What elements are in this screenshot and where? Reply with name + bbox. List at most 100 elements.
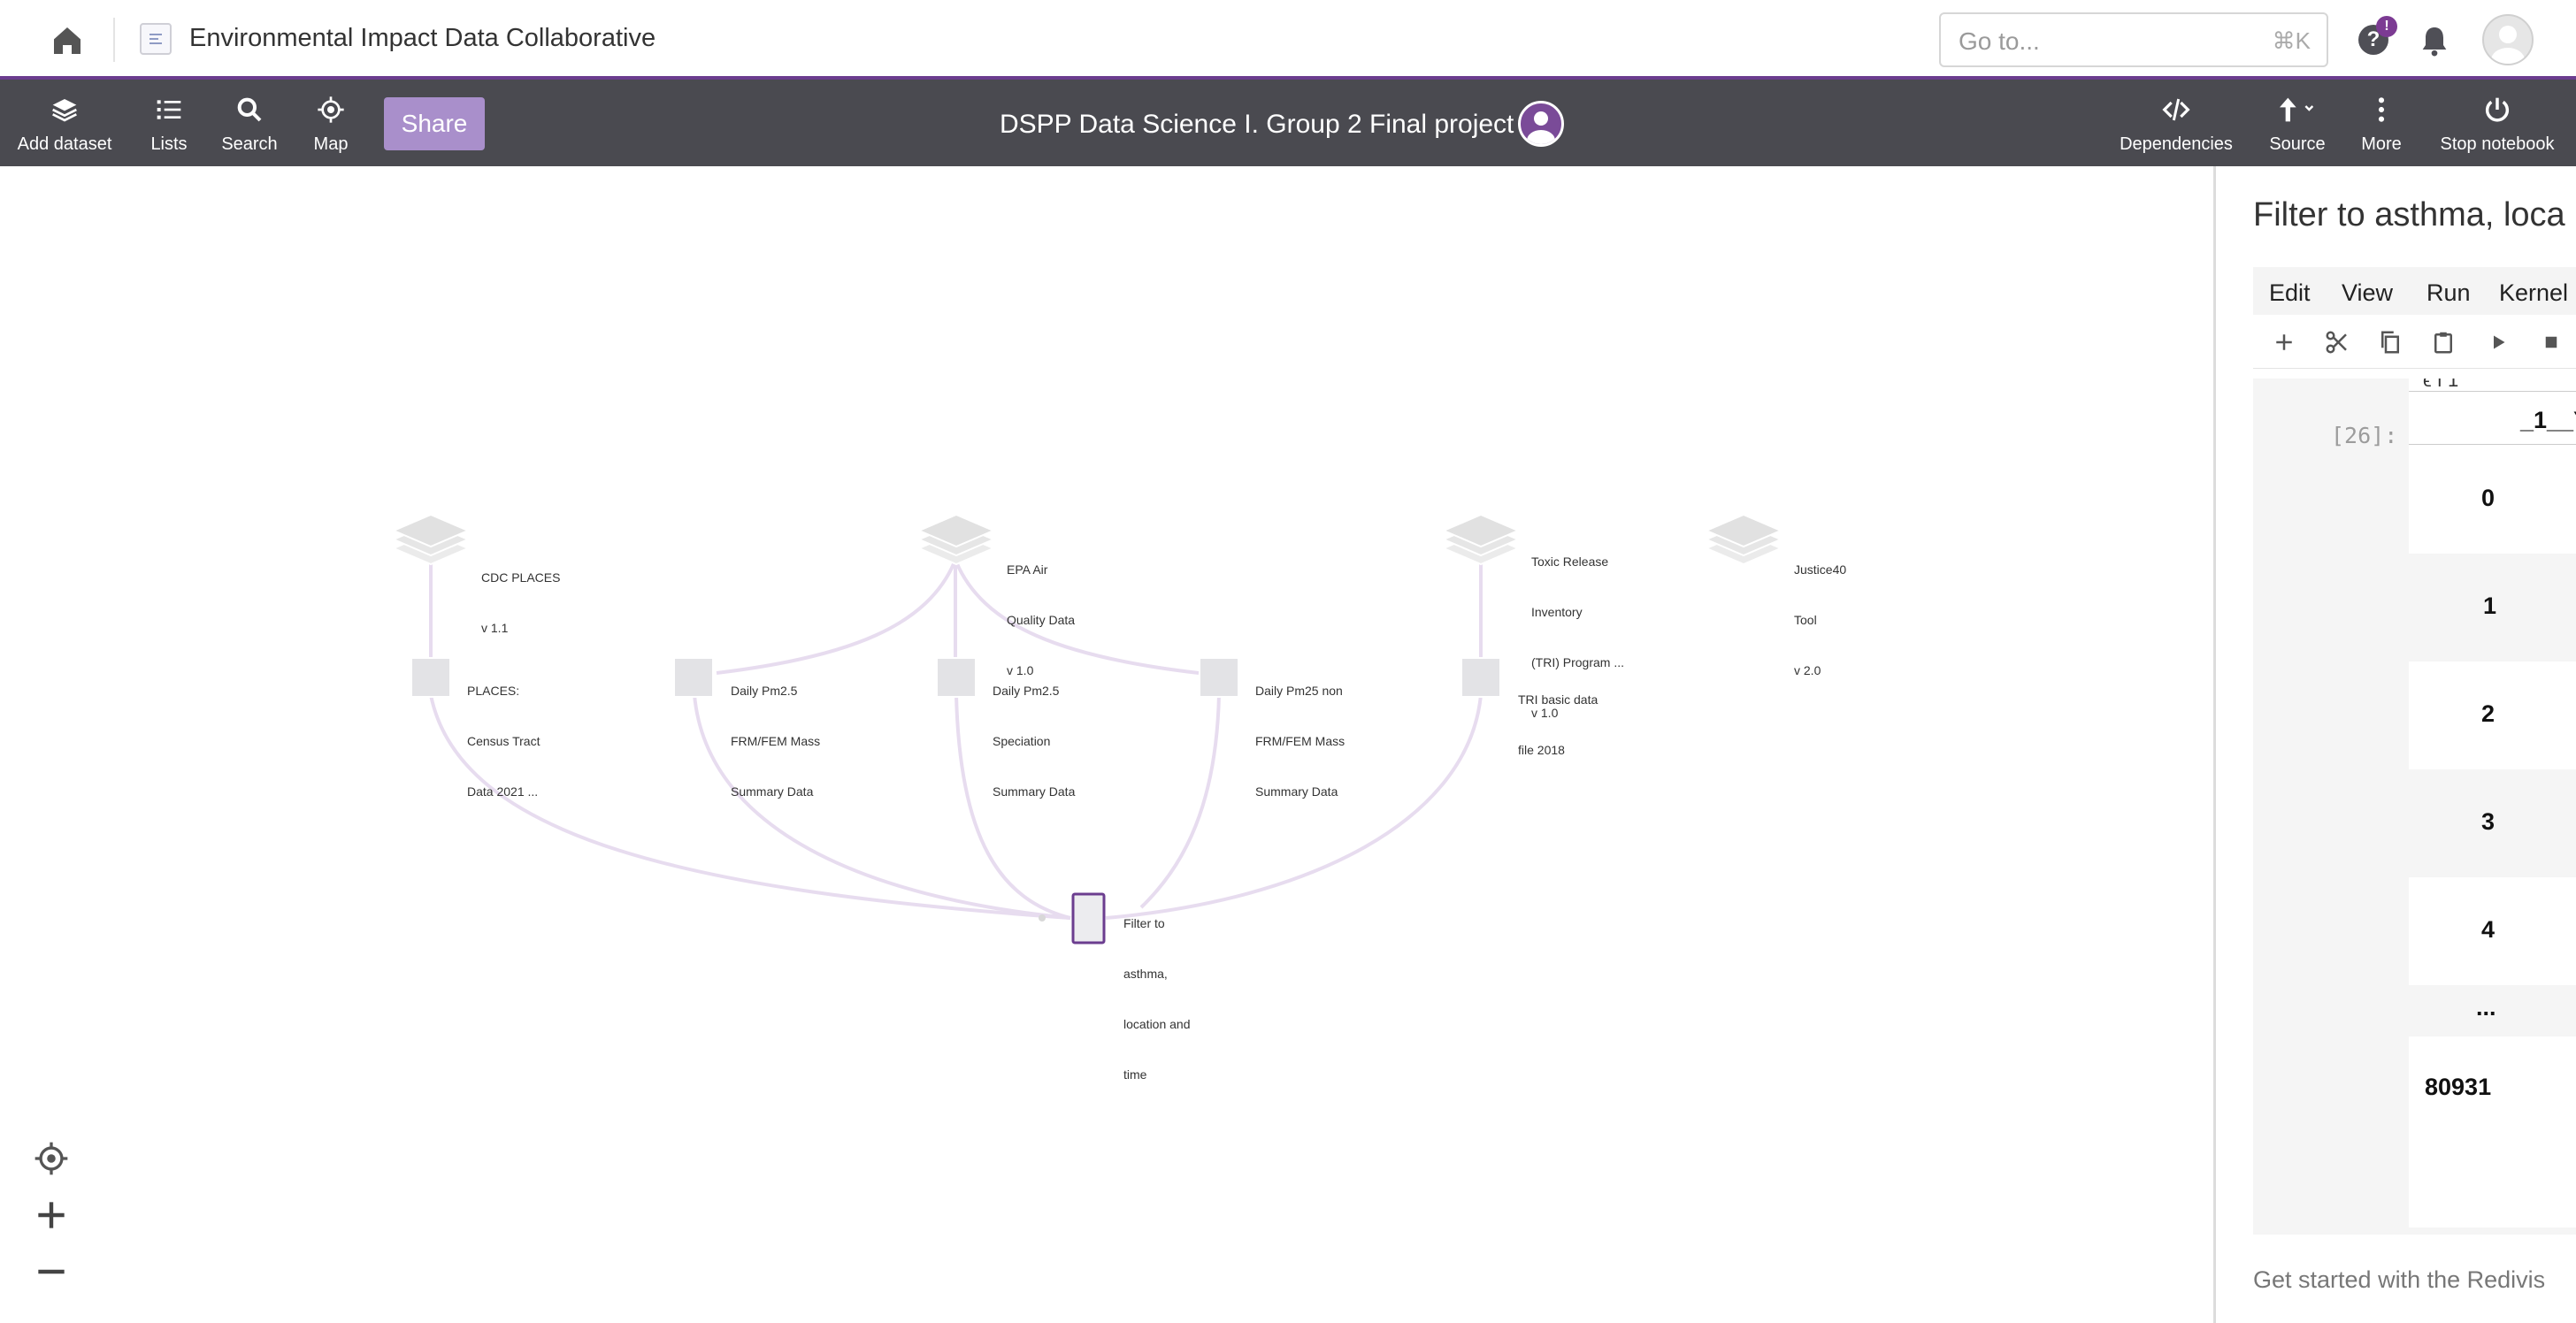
run-cell-icon[interactable] — [2485, 329, 2511, 356]
power-icon — [2485, 97, 2510, 122]
table-label-pm25non: Daily Pm25 non FRM/FEM Mass Summary Data — [1255, 649, 1345, 834]
column-header: _1__Y — [2520, 407, 2576, 433]
label-line: file 2018 — [1518, 743, 1565, 757]
row-index: ... — [2476, 994, 2496, 1021]
project-toolbar: Add dataset Lists Search Map Share DSPP … — [0, 80, 2576, 166]
table-node-places[interactable] — [410, 657, 451, 698]
header-divider — [2409, 444, 2576, 445]
label-line: Daily Pm2.5 — [993, 684, 1060, 698]
stop-notebook-label: Stop notebook — [2440, 134, 2555, 154]
table-row: 80931 — [2409, 1036, 2576, 1144]
label-line: Speciation — [993, 734, 1051, 748]
table-row: 2 — [2409, 662, 2576, 769]
notebook-panel: Filter to asthma, loca Edit View Run Ker… — [2213, 166, 2576, 1323]
table-node-pm25frm[interactable] — [673, 657, 714, 698]
user-avatar[interactable] — [2482, 14, 2534, 65]
dataset-node-tri-program[interactable] — [1441, 513, 1521, 566]
project-title[interactable]: DSPP Data Science I. Group 2 Final proje… — [1000, 110, 1514, 140]
lineage-graph — [391, 513, 1783, 944]
row-index: 4 — [2481, 916, 2496, 943]
table-label-pm25frm: Daily Pm2.5 FRM/FEM Mass Summary Data — [731, 649, 820, 834]
label-line: Summary Data — [731, 784, 814, 799]
map-button[interactable]: Map — [306, 80, 356, 166]
project-owner-avatar[interactable] — [1518, 101, 1564, 147]
table-row: 0 — [2409, 446, 2576, 554]
menu-view[interactable]: View — [2342, 279, 2393, 307]
label-line: Tool — [1794, 613, 1817, 627]
transform-node-filter[interactable] — [1071, 892, 1106, 944]
source-label: Source — [2269, 134, 2326, 154]
list-icon — [157, 100, 181, 119]
label-line: Quality Data — [1007, 613, 1076, 627]
zoom-out-icon[interactable] — [32, 1252, 71, 1291]
label-line: v 1.1 — [481, 621, 509, 635]
add-dataset-button[interactable]: Add dataset — [11, 80, 119, 166]
partial-header-row: ϵ f 1 — [2409, 379, 2576, 392]
cell-execution-count: [26]: — [2331, 423, 2398, 448]
stop-kernel-icon[interactable] — [2538, 329, 2564, 356]
recenter-icon[interactable] — [32, 1139, 71, 1178]
row-index: 80931 — [2425, 1074, 2492, 1100]
dataset-node-epa-air-quality[interactable] — [916, 513, 996, 566]
notifications-bell-icon[interactable] — [2417, 23, 2452, 58]
lists-button[interactable]: Lists — [142, 80, 196, 166]
table-node-pm25spec[interactable] — [936, 657, 977, 698]
goto-placeholder: Go to... — [1959, 27, 2040, 55]
home-icon[interactable] — [50, 23, 85, 58]
share-button[interactable]: Share — [384, 97, 485, 150]
label-line: Daily Pm2.5 — [731, 684, 798, 698]
notebook-menubar: Edit View Run Kernel — [2253, 267, 2576, 315]
label-line: location and — [1123, 1017, 1191, 1031]
search-label: Search — [221, 134, 278, 154]
layers-icon — [52, 99, 77, 122]
code-icon — [2162, 98, 2190, 121]
label-line: Toxic Release — [1531, 554, 1609, 569]
label-line: FRM/FEM Mass — [731, 734, 821, 748]
user-silhouette-icon — [1527, 111, 1555, 144]
add-cell-icon[interactable] — [2271, 329, 2297, 356]
dataset-node-cdc-places[interactable] — [391, 513, 471, 566]
dependencies-button[interactable]: Dependencies — [2118, 80, 2235, 166]
transform-label-filter: Filter to asthma, location and time — [1123, 882, 1191, 1117]
table-row: 4 — [2409, 877, 2576, 985]
menu-run[interactable]: Run — [2426, 279, 2471, 307]
goto-search-input[interactable]: Go to... ⌘K — [1939, 12, 2328, 67]
more-button[interactable]: More — [2357, 80, 2406, 166]
menu-edit[interactable]: Edit — [2269, 279, 2311, 307]
edge-handle[interactable] — [1039, 914, 1046, 922]
dataset-node-justice40[interactable] — [1704, 513, 1783, 566]
project-graph-canvas[interactable]: CDC PLACES v 1.1 EPA Air Quality Data v … — [0, 166, 2213, 1323]
label-line: EPA Air — [1007, 562, 1048, 577]
search-button[interactable]: Search — [218, 80, 281, 166]
cut-icon[interactable] — [2324, 329, 2350, 356]
getting-started-link[interactable]: Get started with the Redivis — [2253, 1266, 2545, 1294]
row-index: 2 — [2481, 700, 2496, 727]
table-label-places: PLACES: Census Tract Data 2021 ... — [467, 649, 540, 834]
search-icon — [237, 97, 262, 122]
paste-icon[interactable] — [2430, 329, 2457, 356]
source-button[interactable]: Source — [2265, 80, 2330, 166]
header-divider — [113, 18, 115, 62]
edge-pm25non-filter — [1139, 694, 1221, 909]
notebook-title[interactable]: Filter to asthma, loca — [2253, 196, 2565, 234]
label-line: FRM/FEM Mass — [1255, 734, 1346, 748]
table-node-pm25non[interactable] — [1199, 657, 1239, 698]
notebook-cells[interactable]: [26]: ϵ f 1 _1__Y 0 1 2 3 4 ... — [2253, 379, 2576, 1235]
copy-icon[interactable] — [2377, 329, 2404, 356]
label-line: Data 2021 ... — [467, 784, 539, 799]
user-silhouette-icon — [2491, 26, 2525, 64]
menu-kernel[interactable]: Kernel — [2499, 279, 2568, 307]
stop-notebook-button[interactable]: Stop notebook — [2434, 80, 2560, 166]
row-index: 1 — [2483, 593, 2497, 619]
organization-title[interactable]: Environmental Impact Data Collaborative — [189, 24, 656, 53]
label-line: v 2.0 — [1794, 663, 1821, 677]
more-label: More — [2361, 134, 2402, 154]
locate-icon — [318, 96, 344, 123]
zoom-in-icon[interactable] — [32, 1196, 71, 1235]
lists-label: Lists — [150, 134, 188, 154]
dependencies-label: Dependencies — [2120, 134, 2233, 154]
table-row: 1 — [2409, 554, 2576, 662]
table-node-tribasic[interactable] — [1460, 657, 1501, 698]
row-index: 0 — [2481, 485, 2496, 511]
label-line: Summary Data — [993, 784, 1076, 799]
